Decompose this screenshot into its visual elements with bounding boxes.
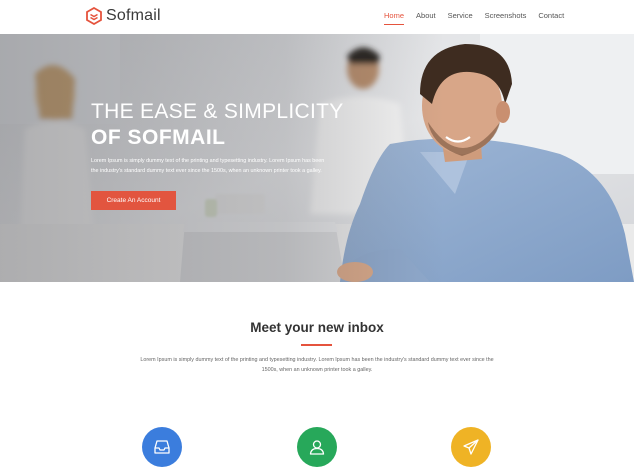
logo[interactable]: Sofmail	[86, 7, 161, 25]
inbox-icon	[154, 440, 170, 454]
site-header: Sofmail Home About Service Screenshots C…	[0, 0, 634, 34]
feature-user	[297, 427, 337, 467]
section-title: Meet your new inbox	[250, 320, 384, 335]
hero-description: Lorem Ipsum is simply dummy text of the …	[91, 156, 361, 176]
nav-about[interactable]: About	[416, 11, 436, 20]
nav-contact[interactable]: Contact	[538, 11, 564, 20]
hero-text-line2: the industry's standard dummy text ever …	[91, 168, 322, 174]
hero-text-line1: Lorem Ipsum is simply dummy text of the …	[91, 158, 325, 164]
section-text-line2: 1500s, when an unknown printer took a ga…	[261, 367, 373, 373]
feature-inbox	[142, 427, 182, 467]
hero-section: THE EASE & SIMPLICITY OF SOFMAIL Lorem I…	[0, 34, 634, 282]
main-nav: Home About Service Screenshots Contact	[384, 11, 564, 25]
hero-title-line1: THE EASE & SIMPLICITY	[91, 100, 344, 123]
feature-send	[451, 427, 491, 467]
paper-plane-icon	[463, 439, 479, 455]
section-text-line1: Lorem Ipsum is simply dummy text of the …	[140, 357, 494, 363]
nav-screenshots[interactable]: Screenshots	[485, 11, 527, 20]
hero-title-line2: OF SOFMAIL	[91, 126, 226, 149]
create-account-button[interactable]: Create An Account	[91, 191, 176, 210]
title-divider	[301, 344, 332, 346]
nav-home[interactable]: Home	[384, 11, 405, 25]
logo-text: Sofmail	[106, 7, 161, 24]
section-description: Lorem Ipsum is simply dummy text of the …	[117, 355, 517, 375]
logo-mark-icon	[86, 7, 102, 25]
user-icon	[309, 440, 325, 455]
nav-service[interactable]: Service	[448, 11, 473, 20]
